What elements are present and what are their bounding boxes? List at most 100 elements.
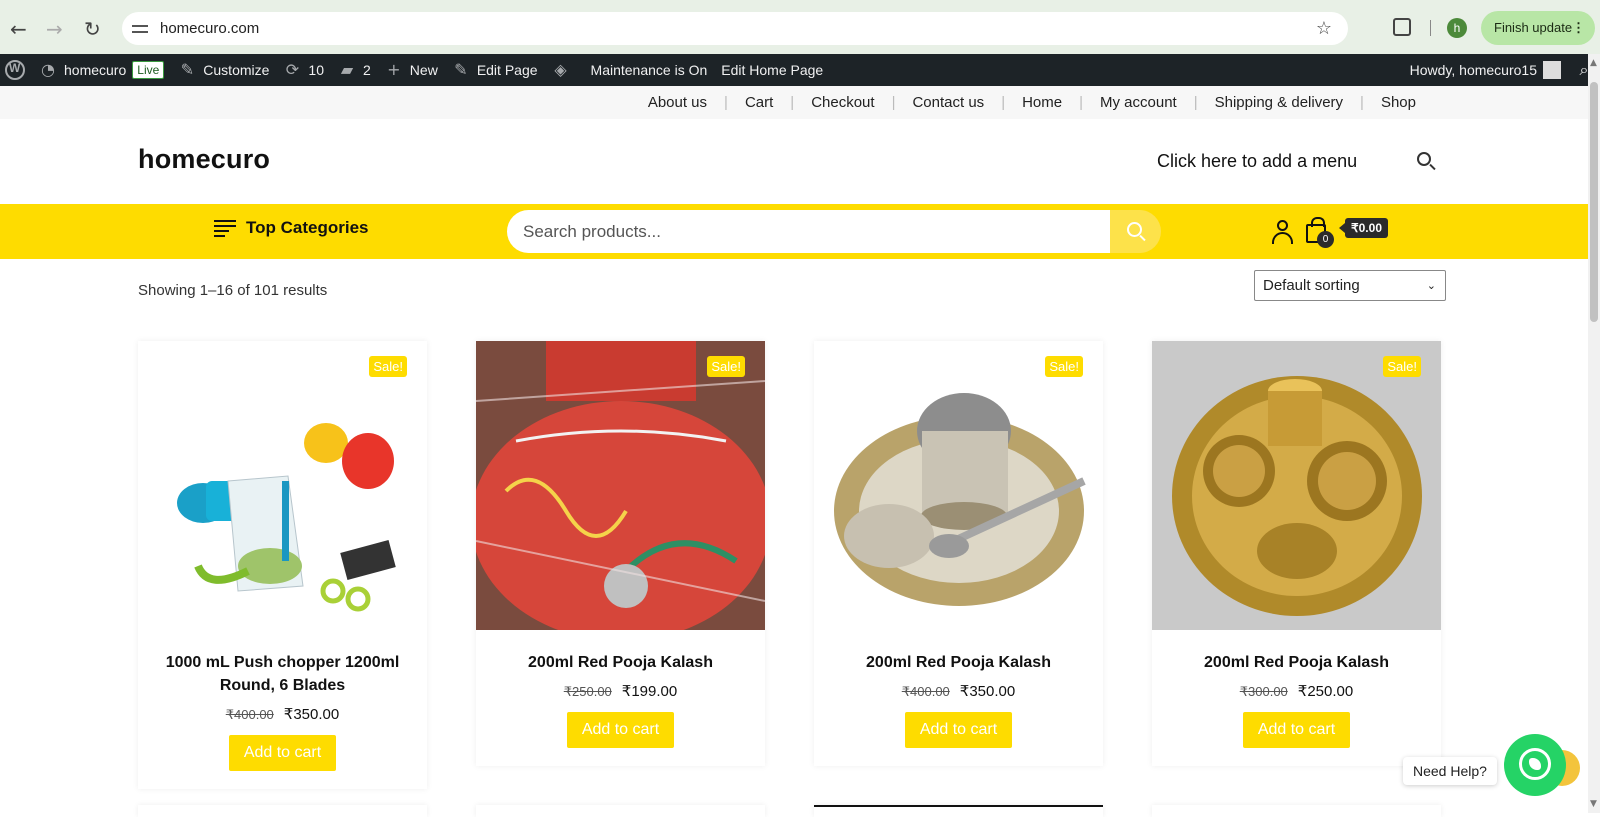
product-title[interactable]: 200ml Red Pooja Kalash <box>1152 651 1441 674</box>
back-icon[interactable]: ← <box>10 17 27 41</box>
extensions-icon[interactable] <box>1393 18 1411 36</box>
edit-home-label: Edit Home Page <box>721 62 824 78</box>
site-info-icon[interactable] <box>132 22 148 36</box>
product-card: Sale! 200ml Red Pooja Kalash ₹250.00 ₹199… <box>476 341 765 766</box>
category-list-icon <box>214 219 236 237</box>
address-bar[interactable]: homecuro.com ☆ <box>122 12 1348 45</box>
howdy-user[interactable]: Howdy, homecuro15 <box>1410 62 1537 78</box>
comments-link[interactable]: ▰ 2 <box>338 61 371 79</box>
header-search-icon[interactable] <box>1417 152 1431 166</box>
product-price: ₹250.00 ₹199.00 <box>476 682 765 700</box>
meenakari-thali-image <box>814 341 1103 630</box>
nav-item-my-account[interactable]: My account <box>1100 94 1177 111</box>
site-logo[interactable]: homecuro <box>138 144 270 175</box>
need-help-label[interactable]: Need Help? <box>1403 757 1497 785</box>
product-search-input[interactable]: Search products... <box>507 210 1110 253</box>
product-image[interactable]: Sale! <box>814 341 1103 630</box>
old-price: ₹300.00 <box>1239 684 1288 699</box>
comment-icon: ▰ <box>340 60 354 79</box>
cart-total[interactable]: ₹0.00 <box>1339 218 1388 238</box>
reload-icon[interactable]: ↻ <box>84 17 101 41</box>
sorting-value: Default sorting <box>1263 277 1360 294</box>
comments-count: 2 <box>363 62 371 78</box>
nav-item-checkout[interactable]: Checkout <box>811 94 874 111</box>
product-image[interactable]: Sale! <box>1152 341 1441 630</box>
product-card-next-row <box>138 805 427 817</box>
product-title[interactable]: 1000 mL Push chopper 1200ml Round, 6 Bla… <box>138 651 427 697</box>
edit-page-link[interactable]: ✎ Edit Page <box>452 60 538 79</box>
top-categories-toggle[interactable]: Top Categories <box>214 218 368 238</box>
nav-item-about-us[interactable]: About us <box>648 94 707 111</box>
nav-separator: | <box>1193 94 1198 111</box>
profile-avatar[interactable]: h <box>1447 18 1467 38</box>
product-card-next-row <box>476 805 765 817</box>
old-price: ₹400.00 <box>901 684 950 699</box>
sale-badge: Sale! <box>1045 356 1083 377</box>
add-to-cart-button[interactable]: Add to cart <box>566 712 675 748</box>
sale-badge: Sale! <box>369 356 407 377</box>
nav-separator: | <box>891 94 896 111</box>
wordpress-logo-icon[interactable] <box>5 60 25 80</box>
add-to-cart-button[interactable]: Add to cart <box>1242 712 1351 748</box>
url-text: homecuro.com <box>160 20 260 37</box>
nav-item-contact-us[interactable]: Contact us <box>912 94 984 111</box>
scroll-down-icon[interactable]: ▼ <box>1590 799 1597 809</box>
chopper-image <box>138 341 427 630</box>
product-title[interactable]: 200ml Red Pooja Kalash <box>476 651 765 674</box>
red-kalash-image <box>476 341 765 630</box>
add-menu-link[interactable]: Click here to add a menu <box>1157 151 1357 172</box>
sale-badge: Sale! <box>1383 356 1421 377</box>
sale-badge: Sale! <box>707 356 745 377</box>
nav-separator: | <box>1360 94 1364 111</box>
edit-home-link[interactable]: Edit Home Page <box>721 62 823 78</box>
nav-item-shipping-delivery[interactable]: Shipping & delivery <box>1215 94 1343 111</box>
edit-page-label: Edit Page <box>476 62 538 78</box>
bookmark-star-icon[interactable]: ☆ <box>1316 18 1332 39</box>
live-badge: Live <box>132 61 165 79</box>
old-price: ₹250.00 <box>563 684 612 699</box>
nav-item-home[interactable]: Home <box>1022 94 1062 111</box>
product-price: ₹400.00 ₹350.00 <box>814 682 1103 700</box>
product-card: Sale! 1000 mL Push chopper 1200ml Round,… <box>138 341 427 789</box>
sale-price: ₹250.00 <box>1297 683 1354 700</box>
nav-item-shop[interactable]: Shop <box>1381 94 1416 111</box>
sorting-select[interactable]: Default sorting ⌄ <box>1254 270 1446 301</box>
chevron-down-icon: ⌄ <box>1426 279 1436 292</box>
admin-site-name: homecuro <box>64 62 127 78</box>
add-to-cart-button[interactable]: Add to cart <box>228 735 337 771</box>
product-card: Sale! 200ml Red Pooja Kalash ₹400.00 ₹350… <box>814 341 1103 766</box>
product-image[interactable]: Sale! <box>138 341 427 630</box>
scrollbar-thumb[interactable] <box>1590 82 1598 322</box>
diamond-plugin-link[interactable]: ◈ <box>552 61 577 79</box>
maintenance-label: Maintenance is On <box>590 62 708 78</box>
account-icon[interactable] <box>1272 220 1293 244</box>
new-content-link[interactable]: + New <box>385 61 438 79</box>
product-search-button[interactable] <box>1110 210 1161 253</box>
nav-item-cart[interactable]: Cart <box>745 94 773 111</box>
product-title[interactable]: 200ml Red Pooja Kalash <box>814 651 1103 674</box>
finish-update-button[interactable]: Finish update ⋮ <box>1481 11 1595 45</box>
customize-link[interactable]: ✎ Customize <box>178 60 270 79</box>
page-scrollbar[interactable]: ▲ ▼ <box>1588 54 1600 813</box>
diamond-icon: ◈ <box>554 60 567 79</box>
result-count: Showing 1–16 of 101 results <box>138 282 328 299</box>
product-card-next-row <box>814 805 1103 817</box>
forward-icon[interactable]: → <box>46 17 63 41</box>
pencil-icon: ✎ <box>454 60 468 79</box>
admin-site-link[interactable]: ◔ homecuro Live <box>39 60 165 79</box>
add-to-cart-button[interactable]: Add to cart <box>904 712 1013 748</box>
updates-link[interactable]: ⟳ 10 <box>283 61 324 79</box>
whatsapp-chat-button[interactable] <box>1504 734 1566 796</box>
brush-icon: ✎ <box>180 60 194 79</box>
user-avatar[interactable] <box>1543 61 1561 79</box>
product-price: ₹400.00 ₹350.00 <box>138 705 427 723</box>
product-image[interactable]: Sale! <box>476 341 765 630</box>
product-card: Sale! 200ml Red Pooja Kalash ₹300.00 ₹250… <box>1152 341 1441 766</box>
dashboard-icon: ◔ <box>41 60 55 79</box>
scroll-up-icon[interactable]: ▲ <box>1590 58 1597 68</box>
finish-update-label: Finish update <box>1494 20 1573 35</box>
updates-icon: ⟳ <box>285 60 300 79</box>
wp-admin-bar: ◔ homecuro Live ✎ Customize ⟳ 10 ▰ 2 + N… <box>0 54 1600 86</box>
maintenance-link[interactable]: Maintenance is On <box>591 62 708 78</box>
nav-separator: | <box>1001 94 1006 111</box>
